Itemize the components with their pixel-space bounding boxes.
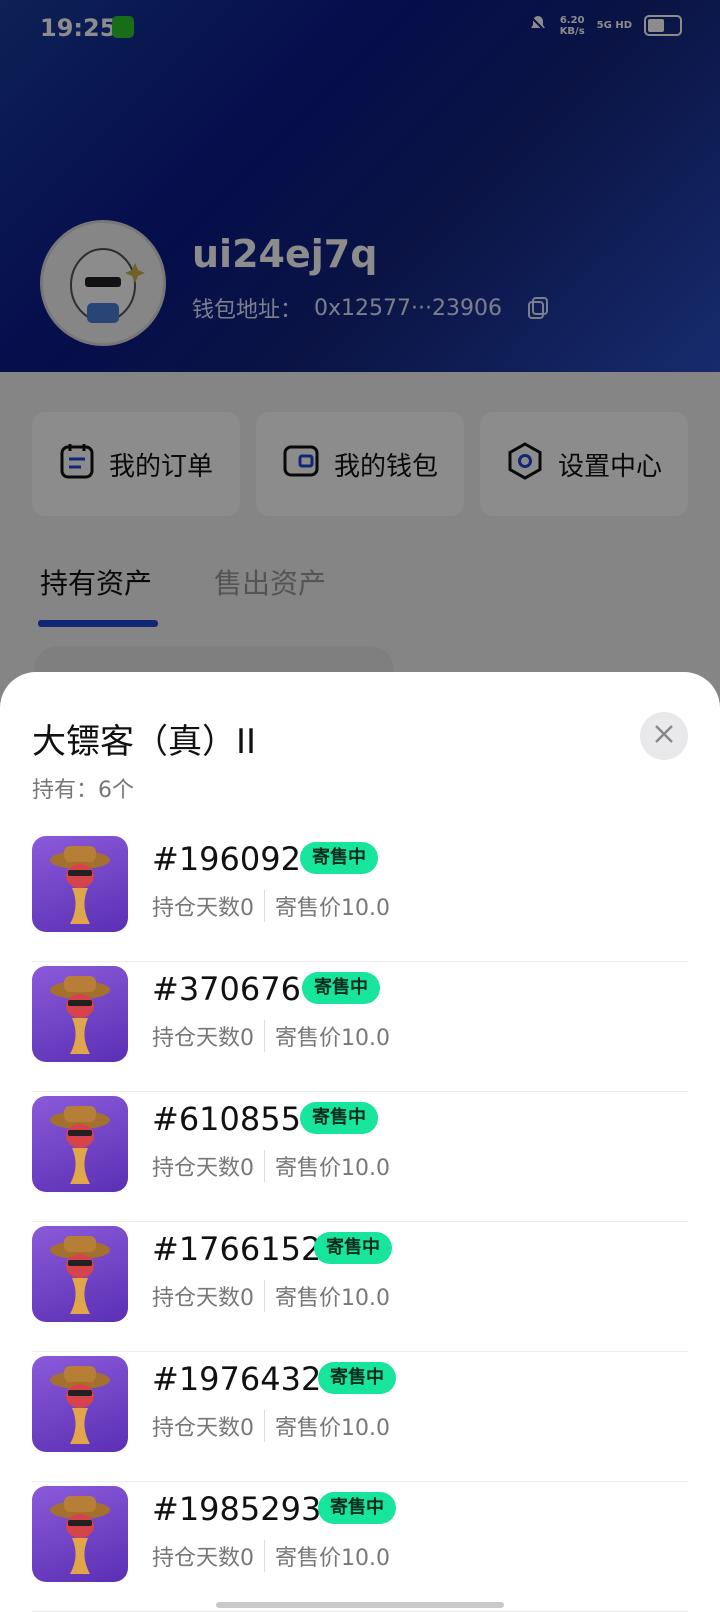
list-item[interactable]: #370676 寄售中 持仓天数0 寄售价10.0 bbox=[32, 962, 688, 1092]
asset-thumbnail bbox=[32, 836, 128, 932]
asset-id: #1985293 bbox=[152, 1490, 322, 1528]
holding-days: 持仓天数0 bbox=[152, 1286, 254, 1311]
holding-days: 持仓天数0 bbox=[152, 1416, 254, 1441]
status-badge: 寄售中 bbox=[302, 972, 380, 1004]
divider bbox=[264, 1150, 265, 1182]
asset-meta: 持仓天数0 寄售价10.0 bbox=[152, 1280, 390, 1312]
asset-id: #1766152 bbox=[152, 1230, 322, 1268]
divider bbox=[264, 1410, 265, 1442]
consign-price: 寄售价10.0 bbox=[275, 1026, 390, 1051]
asset-thumbnail bbox=[32, 1226, 128, 1322]
home-indicator[interactable] bbox=[216, 1602, 504, 1608]
asset-id: #610855 bbox=[152, 1100, 301, 1138]
asset-id: #370676 bbox=[152, 970, 301, 1008]
holding-days: 持仓天数0 bbox=[152, 1156, 254, 1181]
list-item[interactable]: #610855 寄售中 持仓天数0 寄售价10.0 bbox=[32, 1092, 688, 1222]
asset-meta: 持仓天数0 寄售价10.0 bbox=[152, 1540, 390, 1572]
app-screen: 19:25 6.20 KB/s 5G HD ui24ej7q 钱包地址： 0x1… bbox=[0, 0, 720, 1612]
asset-meta: 持仓天数0 寄售价10.0 bbox=[152, 1150, 390, 1182]
list-item[interactable]: #1766152 寄售中 持仓天数0 寄售价10.0 bbox=[32, 1222, 688, 1352]
consign-price: 寄售价10.0 bbox=[275, 1416, 390, 1441]
divider bbox=[264, 1020, 265, 1052]
asset-thumbnail bbox=[32, 1356, 128, 1452]
status-badge: 寄售中 bbox=[300, 1102, 378, 1134]
status-badge: 寄售中 bbox=[314, 1232, 392, 1264]
list-item[interactable]: #1976432 寄售中 持仓天数0 寄售价10.0 bbox=[32, 1352, 688, 1482]
asset-meta: 持仓天数0 寄售价10.0 bbox=[152, 1410, 390, 1442]
status-badge: 寄售中 bbox=[300, 842, 378, 874]
asset-thumbnail bbox=[32, 966, 128, 1062]
holding-days: 持仓天数0 bbox=[152, 896, 254, 921]
divider bbox=[264, 1540, 265, 1572]
status-badge: 寄售中 bbox=[318, 1362, 396, 1394]
asset-thumbnail bbox=[32, 1096, 128, 1192]
asset-detail-sheet: 大镖客（真）II 持有：6个 #196092 寄售中 持仓天数0 寄售价10.0 bbox=[0, 672, 720, 1612]
status-badge: 寄售中 bbox=[318, 1492, 396, 1524]
asset-meta: 持仓天数0 寄售价10.0 bbox=[152, 890, 390, 922]
close-icon bbox=[653, 723, 675, 749]
consign-price: 寄售价10.0 bbox=[275, 896, 390, 921]
asset-id: #1976432 bbox=[152, 1360, 322, 1398]
consign-price: 寄售价10.0 bbox=[275, 1546, 390, 1571]
close-button[interactable] bbox=[640, 712, 688, 760]
consign-price: 寄售价10.0 bbox=[275, 1286, 390, 1311]
holding-days: 持仓天数0 bbox=[152, 1026, 254, 1051]
asset-id: #196092 bbox=[152, 840, 301, 878]
holding-days: 持仓天数0 bbox=[152, 1546, 254, 1571]
divider bbox=[264, 890, 265, 922]
divider bbox=[264, 1280, 265, 1312]
sheet-title: 大镖客（真）II bbox=[32, 722, 257, 762]
asset-list: #196092 寄售中 持仓天数0 寄售价10.0 #370676 寄售中 持仓… bbox=[32, 832, 688, 1612]
list-item[interactable]: #1985293 寄售中 持仓天数0 寄售价10.0 bbox=[32, 1482, 688, 1612]
hold-count: 持有：6个 bbox=[32, 778, 134, 803]
consign-price: 寄售价10.0 bbox=[275, 1156, 390, 1181]
asset-thumbnail bbox=[32, 1486, 128, 1582]
list-item[interactable]: #196092 寄售中 持仓天数0 寄售价10.0 bbox=[32, 832, 688, 962]
asset-meta: 持仓天数0 寄售价10.0 bbox=[152, 1020, 390, 1052]
